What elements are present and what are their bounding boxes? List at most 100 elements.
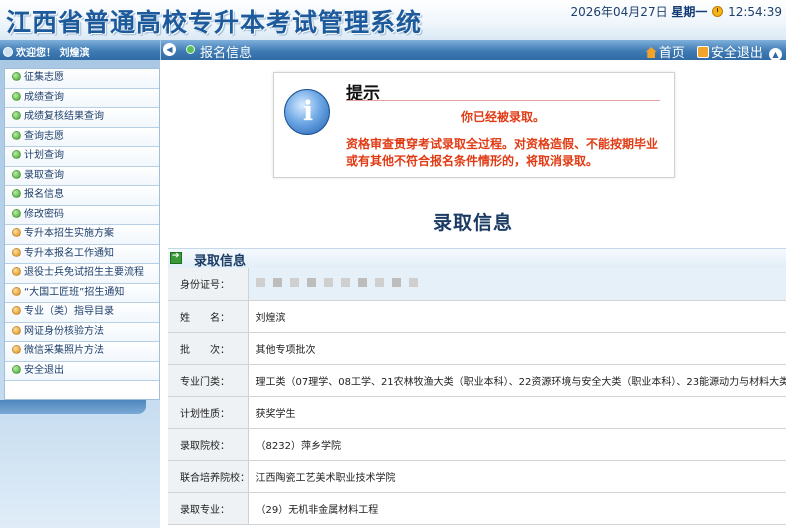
field-value: 获奖学生 bbox=[248, 396, 786, 429]
welcome-text: 欢迎您！ 刘煌滨 bbox=[16, 48, 90, 59]
user-icon bbox=[3, 47, 13, 57]
field-value: 刘煌滨 bbox=[248, 300, 786, 333]
logout-label: 安全退出 bbox=[710, 46, 763, 61]
table-row: 专业门类： 理工类（07理学、08工学、21农林牧渔大类（职业本科）、22资源环境… bbox=[168, 364, 786, 397]
notice-warning: 资格审查贯穿考试录取全过程。对资格造假、不能按期毕业或有其他不符合报名条件情形的… bbox=[346, 137, 659, 168]
masked-digit bbox=[357, 278, 367, 288]
field-label: 批 次： bbox=[168, 332, 249, 365]
field-label: 录取专业： bbox=[168, 492, 249, 525]
sidebar-item[interactable]: 计划查询 bbox=[5, 147, 159, 167]
current-location: 报名信息 bbox=[200, 46, 253, 61]
notice-box: i 提示 你已经被录取。 资格审查贯穿考试录取全过程。对资格造假、不能按期毕业或… bbox=[273, 72, 675, 178]
field-value: （29）无机非金属材料工程 bbox=[248, 492, 786, 525]
notice-message: 你已经被录取。 bbox=[460, 110, 545, 124]
nav-divider bbox=[160, 40, 161, 60]
sidebar-item-label: 录取查询 bbox=[24, 169, 64, 181]
sidebar-item[interactable]: 微信采集照片方法 bbox=[5, 342, 159, 362]
sidebar-item[interactable]: 录取查询 bbox=[5, 166, 159, 186]
sidebar-item[interactable]: “大国工匠班”招生通知 bbox=[5, 283, 159, 303]
sidebar-item-label: 专升本报名工作通知 bbox=[24, 247, 114, 259]
sidebar-item-label: 修改密码 bbox=[24, 208, 64, 220]
bullet-icon bbox=[12, 325, 21, 335]
logout-icon bbox=[696, 46, 709, 58]
page-title: 录取信息 bbox=[432, 212, 513, 234]
sidebar-item[interactable]: 网证身份核验方法 bbox=[5, 322, 159, 342]
sidebar-item[interactable]: 退役士兵免试招生主要流程 bbox=[5, 264, 159, 284]
table-row: 录取院校： （8232）萍乡学院 bbox=[168, 428, 786, 461]
sidebar-item-label: 报名信息 bbox=[24, 189, 64, 200]
bullet-icon bbox=[12, 286, 21, 296]
table-row: 计划性质： 获奖学生 bbox=[168, 396, 786, 429]
field-label: 姓 名： bbox=[168, 300, 249, 333]
table-row: 录取专业： （29）无机非金属材料工程 bbox=[168, 492, 786, 525]
field-value: （8232）萍乡学院 bbox=[248, 428, 786, 461]
field-label: 录取院校： bbox=[168, 428, 249, 461]
sidebar-item[interactable]: 专升本报名工作通知 bbox=[5, 244, 159, 264]
date-text: 2026年04月27日 bbox=[570, 5, 668, 19]
logout-link[interactable]: 安全退出 bbox=[689, 46, 763, 61]
field-label: 联合培养院校： bbox=[168, 460, 249, 493]
panel-header: 录取信息 bbox=[168, 248, 786, 269]
sidebar: 征集志愿成绩查询成绩复核结果查询 查询志愿计划查询录取查询报名信息修改密码专升本招… bbox=[0, 60, 160, 528]
sidebar-menu: 征集志愿成绩查询成绩复核结果查询 查询志愿计划查询录取查询报名信息修改密码专升本招… bbox=[4, 68, 160, 400]
sidebar-item-label: 安全退出 bbox=[24, 364, 64, 376]
notice-divider bbox=[346, 100, 660, 101]
masked-digit bbox=[272, 278, 282, 288]
sidebar-item[interactable]: 安全退出 bbox=[5, 361, 159, 381]
time-text: 12:54:39 bbox=[728, 5, 782, 19]
bullet-icon bbox=[12, 364, 21, 374]
bullet-icon bbox=[12, 228, 21, 237]
info-icon: i bbox=[284, 89, 330, 135]
sidebar-item-label: 成绩复核结果查询 bbox=[24, 111, 104, 122]
bullet-icon bbox=[12, 247, 21, 257]
sidebar-item[interactable]: 成绩查询 bbox=[5, 88, 159, 108]
field-value: 理工类（07理学、08工学、21农林牧渔大类（职业本科）、22资源环境与安全大类… bbox=[248, 364, 786, 397]
field-value: 其他专项批次 bbox=[248, 332, 786, 365]
location-icon bbox=[186, 45, 195, 54]
home-link[interactable]: 首页 bbox=[645, 46, 685, 61]
sidebar-item[interactable]: 修改密码 bbox=[5, 205, 159, 225]
sidebar-item-label: 征集志愿 bbox=[24, 72, 64, 83]
bullet-icon bbox=[12, 130, 21, 140]
sidebar-item-label: 微信采集照片方法 bbox=[24, 345, 104, 356]
bullet-icon bbox=[12, 267, 21, 276]
masked-digit bbox=[306, 278, 316, 288]
sidebar-item[interactable]: 查询志愿 bbox=[5, 127, 159, 147]
masked-digit bbox=[340, 278, 350, 288]
site-title: 江西省普通高校专升本考试管理系统 bbox=[6, 8, 423, 37]
weekday-text: 星期一 bbox=[671, 5, 708, 19]
masked-digit bbox=[374, 278, 384, 288]
admission-table: 身份证号：姓 名： 刘煌滨批 次： 其他专项批次 专业门类： 理工类（07理学、08工学… bbox=[168, 268, 786, 525]
home-icon bbox=[645, 47, 657, 58]
field-label: 身份证号： bbox=[168, 268, 249, 301]
masked-digit bbox=[289, 278, 299, 288]
table-row: 姓 名： 刘煌滨 bbox=[168, 300, 786, 333]
sidebar-footer bbox=[0, 400, 146, 414]
masked-digit bbox=[323, 278, 333, 288]
sidebar-item[interactable]: 征集志愿 bbox=[5, 69, 159, 89]
sidebar-item[interactable]: 成绩复核结果查询 bbox=[5, 108, 159, 128]
collapse-sidebar-button[interactable]: ◀ bbox=[163, 43, 176, 56]
sidebar-item-label: 计划查询 bbox=[24, 150, 64, 161]
welcome-area: 欢迎您！ 刘煌滨 bbox=[3, 44, 89, 59]
sidebar-item[interactable]: 专业（类）指导目录 bbox=[5, 303, 159, 323]
field-value bbox=[248, 268, 786, 301]
nav-bar: 欢迎您！ 刘煌滨 ◀ 报名信息 首页 安全退出 ▲ bbox=[0, 40, 786, 61]
sidebar-item-label: “大国工匠班”招生通知 bbox=[24, 286, 125, 298]
sidebar-item[interactable]: 报名信息 bbox=[5, 186, 159, 206]
panel-title: 录取信息 bbox=[194, 254, 247, 269]
nav-actions: 首页 安全退出 ▲ bbox=[645, 42, 782, 61]
bullet-icon bbox=[12, 208, 21, 218]
field-label: 专业门类： bbox=[168, 364, 249, 397]
field-value: 江西陶瓷工艺美术职业技术学院 bbox=[248, 460, 786, 493]
sidebar-item-label: 查询志愿 bbox=[24, 130, 64, 142]
clock-icon bbox=[712, 6, 724, 17]
arrow-right-icon bbox=[170, 251, 182, 264]
sidebar-item-label: 专业（类）指导目录 bbox=[24, 306, 114, 317]
bullet-icon bbox=[12, 111, 21, 120]
masked-digit bbox=[408, 278, 418, 288]
table-row: 身份证号： bbox=[168, 268, 786, 301]
bullet-icon bbox=[12, 345, 21, 354]
sidebar-item[interactable]: 专升本招生实施方案 bbox=[5, 225, 159, 245]
bullet-icon bbox=[12, 150, 21, 159]
